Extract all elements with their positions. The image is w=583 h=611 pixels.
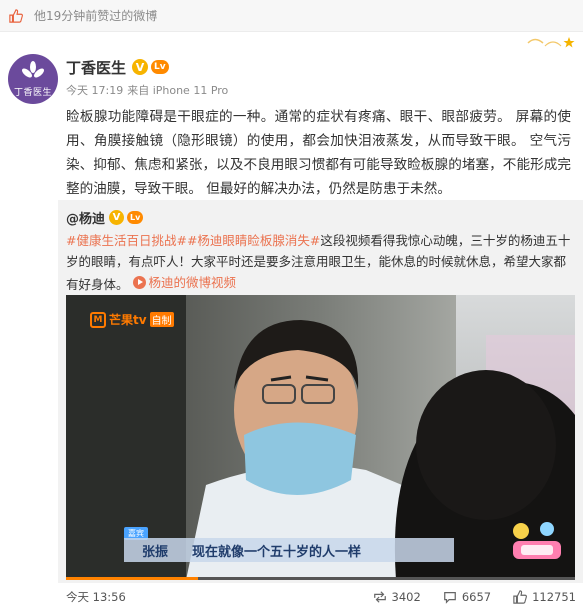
like-notice-bar: 他19分钟前赞过的微博 (0, 0, 583, 32)
author-name[interactable]: 丁香医生 (66, 57, 126, 78)
mango-logo-icon: M (90, 311, 106, 328)
thumbs-up-icon (8, 8, 24, 24)
lilac-flower-icon (22, 61, 44, 78)
avatar[interactable]: 丁香医生 (8, 54, 58, 104)
subtitle-bar: 张振 现在就像一个五十岁的人一样 (124, 538, 454, 562)
hashtag-links[interactable]: #健康生活百日挑战##杨迪眼睛睑板腺消失# (66, 233, 320, 248)
comment-icon (443, 592, 456, 604)
play-circle-icon (132, 276, 146, 289)
post-source: 来自 iPhone 11 Pro (127, 84, 229, 97)
thumbs-up-icon (513, 590, 528, 604)
video-link-label: 杨迪的微博视频 (148, 275, 237, 290)
repost-body: #健康生活百日挑战##杨迪眼睛睑板腺消失#这段视频看得我惊心动魄，三十岁的杨迪五… (66, 230, 576, 295)
repost-icon (373, 591, 386, 603)
member-level-badge: Lv (127, 211, 144, 224)
card-decoration-icon (527, 37, 575, 48)
like-count: 112751 (532, 590, 576, 604)
subtitle-text: 现在就像一个五十岁的人一样 (192, 544, 362, 560)
repost-author-name[interactable]: @杨迪 (66, 208, 105, 227)
member-level-badge: Lv (151, 60, 169, 74)
like-notice-text: 他19分钟前赞过的微博 (34, 9, 158, 23)
video-link[interactable]: 杨迪的微博视频 (132, 272, 237, 293)
channel-label: 自制 (149, 312, 174, 327)
repost-button[interactable]: 3402 (373, 590, 421, 604)
action-bar: 3402 6657 112751 (373, 586, 576, 608)
show-logo-icon (513, 522, 561, 559)
post-meta: 今天 17:19 来自 iPhone 11 Pro (66, 82, 228, 98)
repost-author-row: @杨迪 V Lv (66, 208, 144, 227)
comment-button[interactable]: 6657 (443, 590, 491, 604)
channel-watermark: M 芒果tv 自制 (90, 311, 174, 328)
like-button[interactable]: 112751 (513, 590, 576, 604)
channel-name: 芒果tv (109, 313, 147, 327)
repost-time[interactable]: 今天 13:56 (66, 589, 126, 605)
reposted-weibo[interactable]: @杨迪 V Lv #健康生活百日挑战##杨迪眼睛睑板腺消失#这段视频看得我惊心动… (58, 200, 583, 583)
speaker-name: 张振 (142, 544, 169, 560)
repost-count: 3402 (391, 590, 421, 604)
comment-count: 6657 (461, 590, 492, 604)
weibo-post-card: 丁香医生 丁香医生 V Lv 今天 17:19 来自 iPhone 11 Pro… (0, 32, 583, 611)
avatar-label: 丁香医生 (13, 88, 52, 98)
video-player[interactable]: M 芒果tv 自制 嘉宾 张振 现在就像一个五十岁的人一样 (66, 295, 575, 580)
video-progress-fill (66, 577, 199, 580)
post-footer: 今天 13:56 3402 6657 112751 (66, 586, 576, 608)
author-row: 丁香医生 V Lv (66, 56, 169, 78)
post-body: 睑板腺功能障碍是干眼症的一种。通常的症状有疼痛、眼干、眼部疲劳。 屏幕的使用、角… (66, 109, 571, 197)
verified-badge-icon: V (109, 210, 125, 225)
post-time[interactable]: 今天 17:19 (66, 82, 123, 98)
verified-badge-icon: V (132, 59, 149, 75)
